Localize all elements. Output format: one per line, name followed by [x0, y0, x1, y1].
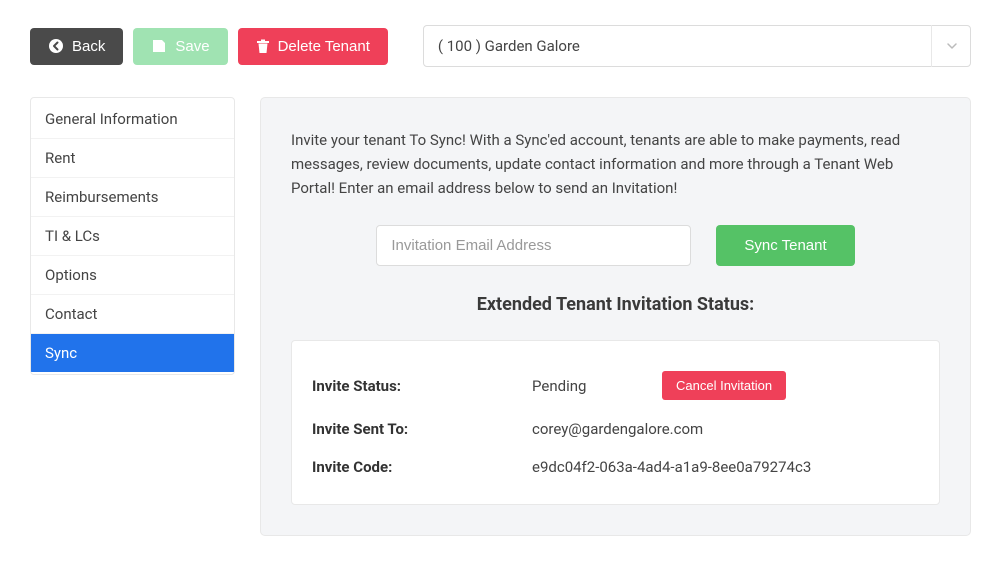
sidebar-item-label: TI & LCs — [45, 227, 100, 245]
sidebar-item-label: Reimbursements — [45, 188, 159, 206]
invite-row: Sync Tenant — [291, 225, 940, 266]
invite-status-value: Pending — [532, 377, 632, 395]
status-heading: Extended Tenant Invitation Status: — [291, 294, 940, 315]
delete-tenant-button[interactable]: Delete Tenant — [238, 28, 388, 65]
tenant-select[interactable]: ( 100 ) Garden Galore — [423, 25, 971, 67]
sidebar-item-options[interactable]: Options — [31, 256, 234, 295]
sidebar-item-label: General Information — [45, 110, 178, 128]
invite-status-row: Invite Status: Pending Cancel Invitation — [312, 351, 919, 400]
arrow-left-icon — [48, 38, 64, 54]
save-icon — [151, 38, 167, 54]
main-panel: Invite your tenant To Sync! With a Sync'… — [260, 97, 971, 536]
invite-status-label: Invite Status: — [312, 377, 532, 395]
invitation-email-input[interactable] — [376, 225, 691, 266]
invite-sent-to-value: corey@gardengalore.com — [532, 420, 703, 438]
save-button-label: Save — [175, 38, 209, 55]
invite-code-label: Invite Code: — [312, 458, 532, 476]
trash-icon — [256, 38, 270, 54]
invite-sent-to-label: Invite Sent To: — [312, 420, 532, 438]
cancel-invitation-button[interactable]: Cancel Invitation — [662, 371, 786, 400]
sidebar-item-general-information[interactable]: General Information — [31, 100, 234, 139]
delete-button-label: Delete Tenant — [278, 38, 370, 55]
invite-code-row: Invite Code: e9dc04f2-063a-4ad4-a1a9-8ee… — [312, 438, 919, 476]
invitation-status-card: Invite Status: Pending Cancel Invitation… — [291, 340, 940, 505]
save-button[interactable]: Save — [133, 28, 227, 65]
sync-button-label: Sync Tenant — [744, 237, 826, 254]
sidebar-item-reimbursements[interactable]: Reimbursements — [31, 178, 234, 217]
sidebar-nav: General Information Rent Reimbursements … — [30, 97, 235, 375]
back-button-label: Back — [72, 38, 105, 55]
sidebar-item-sync[interactable]: Sync — [31, 334, 234, 372]
intro-text: Invite your tenant To Sync! With a Sync'… — [291, 128, 940, 200]
sidebar-item-label: Rent — [45, 149, 75, 167]
sidebar-item-ti-lcs[interactable]: TI & LCs — [31, 217, 234, 256]
sidebar-item-rent[interactable]: Rent — [31, 139, 234, 178]
sync-tenant-button[interactable]: Sync Tenant — [716, 225, 854, 266]
invite-sent-to-row: Invite Sent To: corey@gardengalore.com — [312, 400, 919, 438]
sidebar-item-contact[interactable]: Contact — [31, 295, 234, 334]
tenant-select-value: ( 100 ) Garden Galore — [423, 25, 971, 67]
invite-code-value: e9dc04f2-063a-4ad4-a1a9-8ee0a79274c3 — [532, 458, 811, 476]
cancel-button-label: Cancel Invitation — [676, 378, 772, 393]
chevron-down-icon — [931, 25, 971, 67]
back-button[interactable]: Back — [30, 28, 123, 65]
sidebar-item-label: Options — [45, 266, 97, 284]
sidebar-item-label: Sync — [45, 344, 77, 362]
sidebar-item-label: Contact — [45, 305, 97, 323]
